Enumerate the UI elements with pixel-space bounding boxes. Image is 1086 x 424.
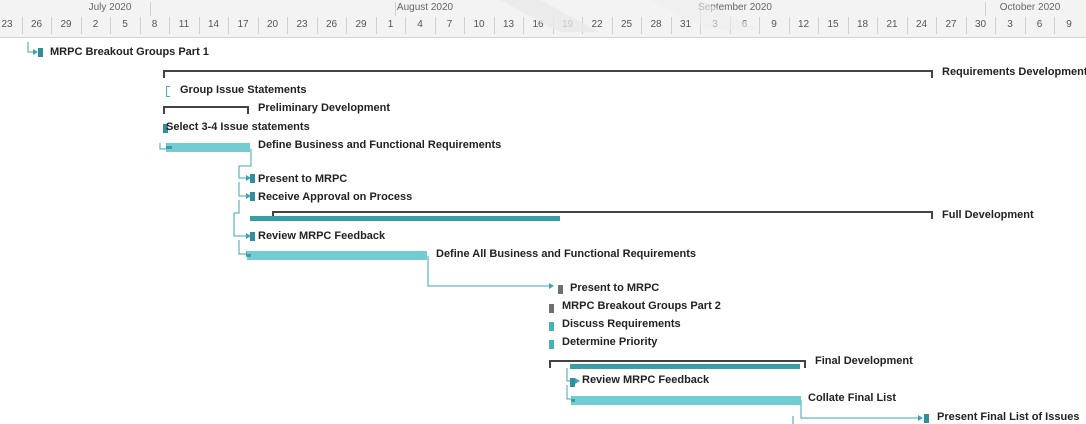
task-label[interactable]: Define All Business and Functional Requi… [436, 248, 696, 260]
milestone-bar[interactable] [549, 322, 554, 331]
task-progress-bar[interactable] [250, 216, 560, 221]
task-label[interactable]: MRPC Breakout Groups Part 2 [562, 300, 721, 312]
milestone-bar[interactable] [38, 48, 43, 57]
task-label[interactable]: Group Issue Statements [180, 84, 307, 96]
milestone-bar[interactable] [250, 232, 255, 241]
milestone-bar[interactable] [549, 304, 554, 313]
task-label[interactable]: Review MRPC Feedback [582, 374, 709, 386]
task-label[interactable]: Full Development [942, 209, 1034, 221]
milestone-bar[interactable] [558, 285, 563, 294]
summary-bar[interactable] [272, 211, 933, 219]
summary-bar[interactable] [163, 70, 933, 78]
task-progress-bar[interactable] [570, 364, 800, 369]
milestone-bar[interactable] [570, 378, 575, 387]
summary-bar[interactable] [549, 360, 806, 368]
task-label[interactable]: Present to MRPC [570, 282, 659, 294]
task-label[interactable]: Present Final List of Issues [937, 411, 1079, 423]
task-label[interactable]: Collate Final List [808, 392, 896, 404]
task-bar[interactable] [166, 143, 250, 152]
task-label[interactable]: Determine Priority [562, 336, 657, 348]
milestone-bar[interactable] [549, 340, 554, 349]
task-label[interactable]: Receive Approval on Process [258, 191, 412, 203]
task-label[interactable]: MRPC Breakout Groups Part 1 [50, 46, 209, 58]
summary-bar[interactable] [163, 106, 249, 114]
milestone-bar[interactable] [250, 174, 255, 183]
task-label[interactable]: Review MRPC Feedback [258, 230, 385, 242]
task-bar[interactable] [247, 251, 427, 260]
milestone-bar[interactable] [250, 192, 255, 201]
milestone-bar[interactable] [166, 86, 170, 97]
task-label[interactable]: Discuss Requirements [562, 318, 681, 330]
milestone-bar[interactable] [924, 414, 929, 423]
task-label[interactable]: Present to MRPC [258, 173, 347, 185]
task-label[interactable]: Preliminary Development [258, 102, 390, 114]
task-label[interactable]: Select 3-4 Issue statements [166, 121, 310, 133]
task-bar[interactable] [571, 396, 801, 405]
task-label[interactable]: Define Business and Functional Requireme… [258, 139, 501, 151]
task-label[interactable]: Final Development [815, 355, 913, 367]
task-label[interactable]: Requirements Development [942, 66, 1086, 78]
